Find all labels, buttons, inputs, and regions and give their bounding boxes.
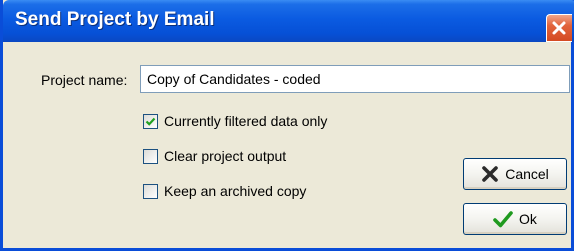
- close-button[interactable]: [546, 14, 572, 42]
- title-bar[interactable]: Send Project by Email: [3, 0, 574, 42]
- ok-button-label: Ok: [519, 211, 537, 227]
- check-mark-icon: [493, 210, 513, 228]
- clear-output-label: Clear project output: [164, 148, 287, 164]
- close-icon: [552, 21, 566, 35]
- archived-copy-checkbox[interactable]: [143, 183, 158, 199]
- project-name-label: Project name:: [41, 72, 128, 88]
- clear-output-checkbox[interactable]: [143, 148, 158, 164]
- send-project-dialog: Send Project by Email Project name: Curr…: [0, 0, 574, 251]
- filtered-data-checkbox[interactable]: [143, 113, 158, 129]
- option-archived-copy[interactable]: Keep an archived copy: [143, 182, 306, 200]
- filtered-data-label: Currently filtered data only: [164, 113, 328, 129]
- checkmark-icon: [145, 117, 156, 126]
- option-clear-output[interactable]: Clear project output: [143, 147, 286, 165]
- x-mark-icon: [481, 165, 499, 183]
- cancel-button[interactable]: Cancel: [463, 158, 567, 190]
- option-filtered-data[interactable]: Currently filtered data only: [143, 112, 327, 130]
- cancel-button-label: Cancel: [505, 166, 549, 182]
- window-title: Send Project by Email: [15, 9, 215, 30]
- ok-button[interactable]: Ok: [463, 203, 567, 235]
- archived-copy-label: Keep an archived copy: [164, 183, 307, 199]
- project-name-input[interactable]: [140, 65, 570, 93]
